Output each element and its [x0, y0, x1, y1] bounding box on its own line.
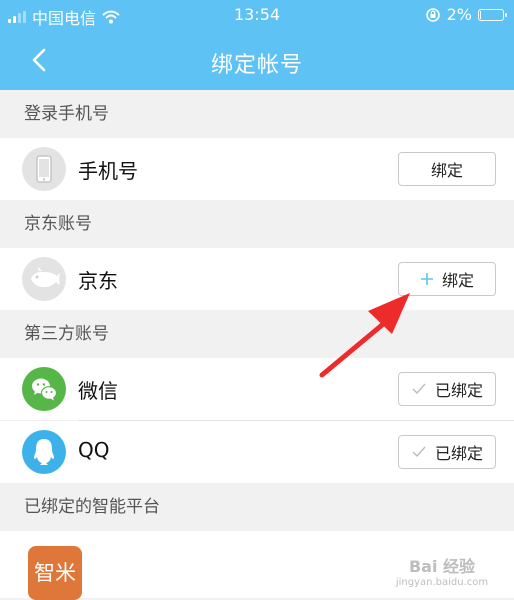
- section-header-phone: 登录手机号: [24, 104, 109, 124]
- battery-icon: [478, 8, 507, 21]
- app-icon-label: 智米: [34, 561, 76, 585]
- wechat-bound-button[interactable]: 已绑定: [398, 372, 496, 406]
- bind-phone-button[interactable]: 绑定: [398, 152, 496, 186]
- section-header-smart-platforms: 已绑定的智能平台: [24, 497, 160, 517]
- qq-penguin-icon: [22, 430, 66, 474]
- qq-bound-button[interactable]: 已绑定: [398, 435, 496, 469]
- wechat-icon: [22, 367, 66, 411]
- button-label: 已绑定: [434, 444, 483, 463]
- battery-percent: 2%: [446, 5, 472, 24]
- list-item-qq: QQ 已绑定: [0, 421, 514, 483]
- baidu-watermark: Bai 经验 jingyan.baidu.com: [394, 553, 490, 588]
- section-header-jd: 京东账号: [24, 214, 92, 234]
- section-header-third-party: 第三方账号: [24, 324, 109, 344]
- jd-dog-icon: [22, 257, 66, 301]
- page-title: 绑定帐号: [210, 53, 303, 78]
- bind-jd-button[interactable]: 绑定: [398, 262, 496, 296]
- item-label: 京东: [78, 269, 118, 293]
- status-right: 2%: [425, 5, 507, 24]
- nav-bar: 绑定帐号: [0, 30, 514, 90]
- list-item-phone: 手机号 绑定: [0, 138, 514, 200]
- status-bar: 中国电信 13:54 2%: [0, 0, 514, 30]
- zhimi-app-icon[interactable]: 智米: [28, 546, 82, 600]
- rotation-lock-icon: [425, 7, 440, 22]
- plus-icon: [420, 273, 433, 285]
- watermark-text: Bai 经验: [408, 557, 476, 576]
- list-item-jd: 京东 绑定: [0, 248, 514, 310]
- button-label: 绑定: [441, 271, 474, 290]
- watermark-url: jingyan.baidu.com: [395, 577, 489, 588]
- item-label: QQ: [78, 438, 110, 462]
- button-label: 绑定: [430, 161, 463, 180]
- item-label: 手机号: [78, 159, 138, 183]
- button-label: 已绑定: [434, 381, 483, 400]
- list-item-wechat: 微信 已绑定: [0, 358, 514, 420]
- check-icon: [412, 446, 426, 458]
- check-icon: [412, 383, 426, 395]
- phone-icon: [22, 147, 66, 191]
- item-label: 微信: [78, 379, 118, 403]
